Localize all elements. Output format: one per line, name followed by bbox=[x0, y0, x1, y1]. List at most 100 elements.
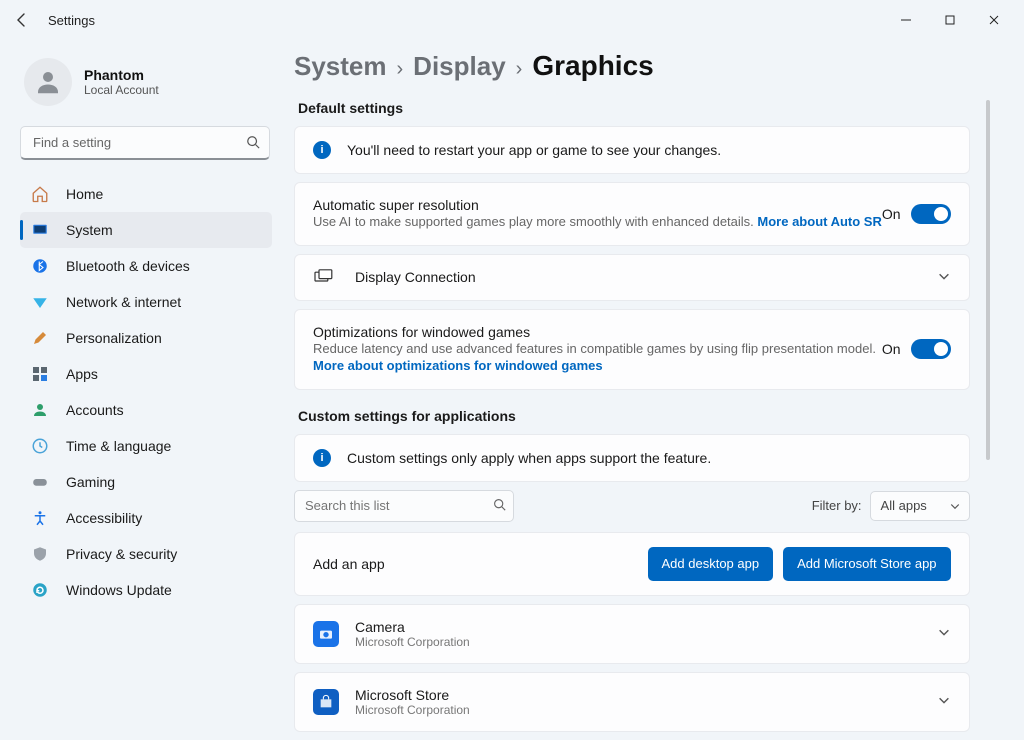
chevron-right-icon: › bbox=[397, 58, 404, 81]
chevron-down-icon bbox=[949, 500, 961, 515]
toggle-windowed-games[interactable] bbox=[911, 339, 951, 359]
nav-label: Windows Update bbox=[66, 582, 172, 598]
time-icon bbox=[30, 436, 50, 456]
chevron-right-icon: › bbox=[516, 58, 523, 81]
update-icon bbox=[30, 580, 50, 600]
nav-label: Network & internet bbox=[66, 294, 181, 310]
breadcrumb-display[interactable]: Display bbox=[413, 51, 506, 82]
nav-label: Bluetooth & devices bbox=[66, 258, 190, 274]
search-icon bbox=[493, 498, 506, 514]
nav-label: System bbox=[66, 222, 113, 238]
display-connection-label: Display Connection bbox=[355, 269, 476, 285]
privacy-icon bbox=[30, 544, 50, 564]
nav-label: Accounts bbox=[66, 402, 124, 418]
filter-value: All apps bbox=[881, 498, 927, 513]
info-icon: i bbox=[313, 449, 331, 467]
breadcrumb-graphics: Graphics bbox=[532, 50, 653, 82]
personalization-icon bbox=[30, 328, 50, 348]
title-bar: Settings bbox=[0, 0, 1024, 40]
sidebar-search[interactable] bbox=[20, 126, 270, 160]
add-store-app-button[interactable]: Add Microsoft Store app bbox=[783, 547, 950, 581]
user-block[interactable]: Phantom Local Account bbox=[20, 54, 272, 122]
maximize-button[interactable] bbox=[928, 4, 972, 36]
chevron-down-icon bbox=[937, 269, 951, 286]
app-name: Camera bbox=[355, 619, 470, 635]
nav-label: Privacy & security bbox=[66, 546, 177, 562]
scrollbar[interactable] bbox=[986, 100, 990, 460]
nav-label: Accessibility bbox=[66, 510, 142, 526]
display-connection-icon bbox=[313, 269, 333, 285]
sidebar-item-privacy[interactable]: Privacy & security bbox=[20, 536, 272, 572]
display-connection-row[interactable]: Display Connection bbox=[294, 254, 970, 301]
section-default-settings: Default settings bbox=[298, 100, 970, 116]
sidebar-item-system[interactable]: System bbox=[20, 212, 272, 248]
info-custom-settings: i Custom settings only apply when apps s… bbox=[294, 434, 970, 482]
sidebar-item-accounts[interactable]: Accounts bbox=[20, 392, 272, 428]
filter-label: Filter by: bbox=[812, 498, 862, 513]
setting-title: Optimizations for windowed games bbox=[313, 324, 882, 340]
link-windowed-games[interactable]: More about optimizations for windowed ga… bbox=[313, 358, 603, 373]
sidebar-item-update[interactable]: Windows Update bbox=[20, 572, 272, 608]
add-app-label: Add an app bbox=[313, 556, 385, 572]
sidebar-item-time[interactable]: Time & language bbox=[20, 428, 272, 464]
app-row-microsoft-store[interactable]: Microsoft Store Microsoft Corporation bbox=[294, 672, 970, 732]
app-list-search[interactable] bbox=[294, 490, 514, 522]
back-button[interactable] bbox=[8, 6, 36, 34]
bluetooth-icon bbox=[30, 256, 50, 276]
nav-label: Gaming bbox=[66, 474, 115, 490]
sidebar-item-bluetooth[interactable]: Bluetooth & devices bbox=[20, 248, 272, 284]
accessibility-icon bbox=[30, 508, 50, 528]
nav-label: Apps bbox=[66, 366, 98, 382]
sidebar-item-accessibility[interactable]: Accessibility bbox=[20, 500, 272, 536]
apps-icon bbox=[30, 364, 50, 384]
sidebar-item-gaming[interactable]: Gaming bbox=[20, 464, 272, 500]
main-panel: System › Display › Graphics Default sett… bbox=[280, 40, 992, 740]
accounts-icon bbox=[30, 400, 50, 420]
app-name: Microsoft Store bbox=[355, 687, 470, 703]
sidebar-item-apps[interactable]: Apps bbox=[20, 356, 272, 392]
app-publisher: Microsoft Corporation bbox=[355, 635, 470, 649]
section-custom-settings: Custom settings for applications bbox=[298, 408, 970, 424]
user-name: Phantom bbox=[84, 67, 159, 83]
sidebar-item-personalization[interactable]: Personalization bbox=[20, 320, 272, 356]
setting-desc: Reduce latency and use advanced features… bbox=[313, 341, 876, 356]
user-sub: Local Account bbox=[84, 83, 159, 97]
chevron-down-icon bbox=[937, 693, 951, 710]
close-button[interactable] bbox=[972, 4, 1016, 36]
chevron-down-icon bbox=[937, 625, 951, 642]
info-restart: i You'll need to restart your app or gam… bbox=[294, 126, 970, 174]
sidebar: Phantom Local Account Home System Blueto… bbox=[0, 40, 280, 734]
breadcrumb-system[interactable]: System bbox=[294, 51, 387, 82]
minimize-button[interactable] bbox=[884, 4, 928, 36]
setting-windowed-games: Optimizations for windowed games Reduce … bbox=[294, 309, 970, 390]
setting-title: Automatic super resolution bbox=[313, 197, 882, 213]
info-text: Custom settings only apply when apps sup… bbox=[347, 450, 711, 466]
filter-select[interactable]: All apps bbox=[870, 491, 970, 521]
link-auto-sr[interactable]: More about Auto SR bbox=[757, 214, 881, 229]
toggle-auto-sr[interactable] bbox=[911, 204, 951, 224]
nav-label: Time & language bbox=[66, 438, 171, 454]
add-app-row: Add an app Add desktop app Add Microsoft… bbox=[294, 532, 970, 596]
system-icon bbox=[30, 220, 50, 240]
add-desktop-app-button[interactable]: Add desktop app bbox=[648, 547, 774, 581]
app-search-input[interactable] bbox=[294, 490, 514, 522]
toggle-state-label: On bbox=[882, 206, 901, 222]
filter-row: Filter by: All apps bbox=[294, 490, 970, 522]
search-icon bbox=[246, 135, 260, 152]
store-app-icon bbox=[313, 689, 339, 715]
nav-list: Home System Bluetooth & devices Network … bbox=[20, 176, 272, 608]
info-text: You'll need to restart your app or game … bbox=[347, 142, 721, 158]
window-title: Settings bbox=[48, 13, 95, 28]
nav-label: Home bbox=[66, 186, 103, 202]
avatar bbox=[24, 58, 72, 106]
info-icon: i bbox=[313, 141, 331, 159]
app-row-camera[interactable]: Camera Microsoft Corporation bbox=[294, 604, 970, 664]
nav-label: Personalization bbox=[66, 330, 162, 346]
sidebar-item-home[interactable]: Home bbox=[20, 176, 272, 212]
gaming-icon bbox=[30, 472, 50, 492]
camera-app-icon bbox=[313, 621, 339, 647]
search-input[interactable] bbox=[20, 126, 270, 160]
sidebar-item-network[interactable]: Network & internet bbox=[20, 284, 272, 320]
toggle-state-label: On bbox=[882, 341, 901, 357]
home-icon bbox=[30, 184, 50, 204]
